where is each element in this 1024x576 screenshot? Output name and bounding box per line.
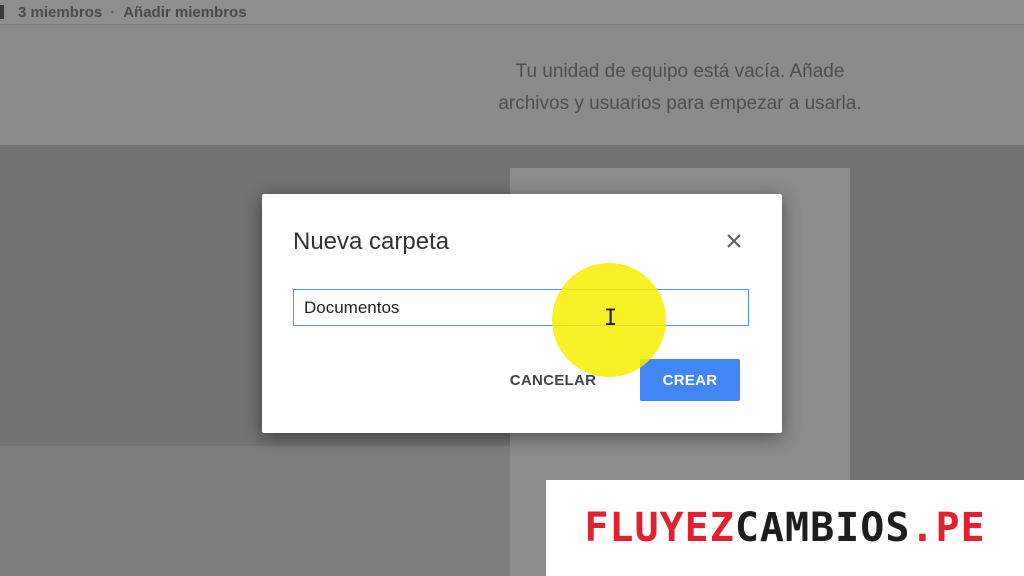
team-drive-header: 3 miembros · Añadir miembros	[0, 0, 1024, 25]
new-folder-dialog: Nueva carpeta CANCELAR CREAR	[262, 194, 782, 433]
watermark-part-2: CAMBIOS	[734, 505, 911, 551]
create-button[interactable]: CREAR	[640, 359, 740, 401]
empty-state-message: Tu unidad de equipo está vacía. Añade ar…	[470, 56, 890, 120]
add-members-link[interactable]: Añadir miembros	[123, 4, 246, 21]
dialog-title: Nueva carpeta	[293, 228, 450, 255]
header-separator: ·	[110, 3, 116, 21]
watermark-banner: FLUYEZ CAMBIOS .PE	[546, 480, 1024, 576]
empty-state-line-1: Tu unidad de equipo está vacía. Añade	[515, 61, 845, 82]
empty-state-line-2: archivos y usuarios para empezar a usarl…	[498, 93, 862, 114]
watermark-part-1: FLUYEZ	[584, 505, 735, 551]
folder-name-input[interactable]	[293, 289, 749, 326]
lower-strip	[0, 446, 512, 576]
watermark-part-3: .PE	[910, 505, 986, 551]
header-edge-marker	[0, 5, 4, 19]
members-count[interactable]: 3 miembros	[18, 4, 102, 21]
text-cursor-icon: I	[604, 306, 618, 331]
close-icon-glyph	[727, 234, 741, 248]
close-icon[interactable]	[722, 229, 746, 253]
